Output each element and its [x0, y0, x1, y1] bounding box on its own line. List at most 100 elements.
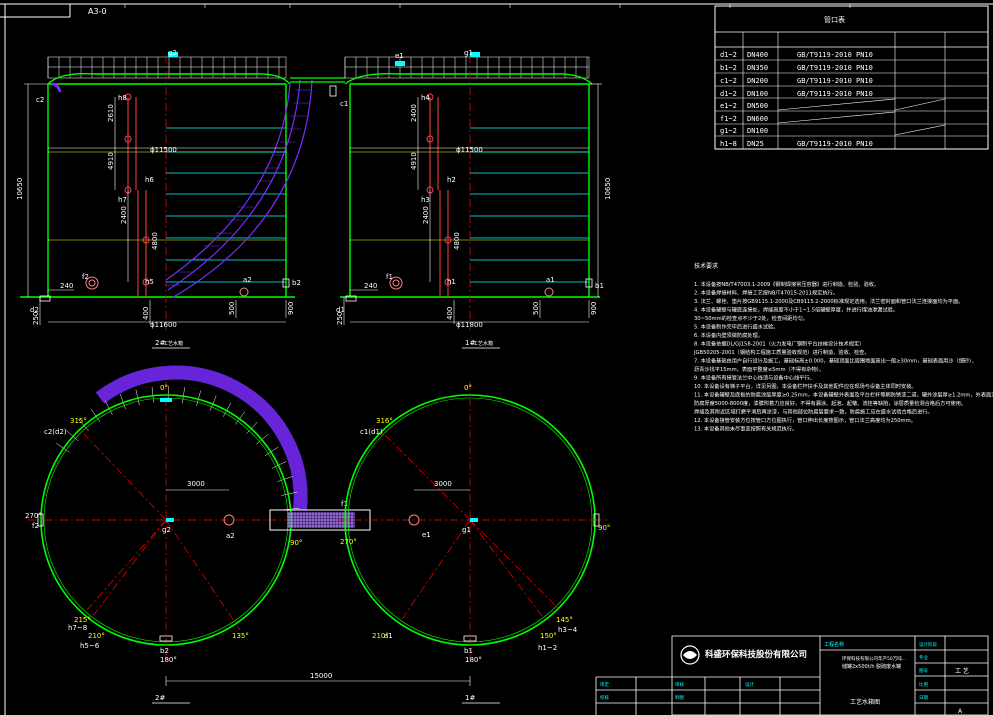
elev2-g-label: g2: [168, 49, 177, 57]
note-line: 13. 本设备其他未尽事宜按照有关规范执行。: [694, 425, 797, 433]
plan1-0: 0°: [464, 384, 472, 392]
title-block-right-label: 专业: [919, 654, 928, 661]
plan2-270: 270°: [25, 512, 42, 520]
note-line: 4. 本设备罐壁与罐底连接处，焊缝高度不小于1~1.5倍罐壁厚度，并进行煤油渗漏…: [694, 306, 898, 314]
nozzle-row-std: GB/T9119-2010 PN10: [797, 140, 873, 148]
elev2-height: 10650: [16, 178, 24, 200]
note-line: 8. 本设备依据DL/GJ158-2001（火力发电厂钢制平台扶梯设计技术规定）: [694, 340, 864, 348]
elev1-400: 400: [446, 307, 454, 320]
elev1-base: 250: [336, 312, 344, 325]
drawing-title: 环保科技有限公司年产50万吨...: [842, 655, 906, 662]
plan2-h7-label: h7~8: [68, 624, 87, 632]
plan1-270: 270°: [340, 538, 357, 546]
elev2-b-label: b2: [292, 279, 301, 287]
drawing-subtitle: 储罐2x500t/h 脱硫废水罐: [842, 663, 901, 670]
elev1-g-label: g1: [464, 49, 473, 57]
elev1-h2400b: 2400: [422, 206, 430, 224]
note-line: 12. 本设备接管安装方位按管口方位图执行，管口伸出长度按图示，管口法兰高度均为…: [694, 416, 916, 424]
nozzle-row-dn: DN25: [747, 140, 764, 148]
elev1-500: 500: [532, 302, 540, 315]
elev2-c-label: c2: [36, 96, 44, 104]
plan1-offset: 3000: [434, 480, 452, 488]
elev2-h5-label: h5: [145, 278, 154, 286]
nozzle-row-tag: e1~2: [720, 102, 737, 110]
elev1-a-label: a1: [546, 276, 555, 284]
plan1-caption: 1#: [465, 694, 475, 702]
plan1-316: 316°: [376, 417, 393, 425]
elev1-height: 10650: [604, 178, 612, 200]
elev2-h6-label: h6: [145, 176, 154, 184]
title-block-right-label: 日期: [919, 695, 928, 701]
plan2-a-label: a2: [226, 532, 235, 540]
plan2-135: 135°: [232, 632, 249, 640]
note-line: 11. 本设备罐壁及底板的防腐涂层厚度≥0.25mm，本设备罐壁外表面及平台栏杆…: [694, 391, 993, 399]
company-name: 科盛环保科技股份有限公司: [705, 649, 807, 660]
plan2-315: 315°: [70, 417, 87, 425]
elev2-f-label: f2: [82, 273, 89, 281]
nozzle-row-dn: DN100: [747, 127, 768, 135]
note-line: 6. 本设备内壁须做防腐处理。: [694, 331, 763, 339]
elevation-1: e1 g1 c1 h4 h2 h3 h1 f1 a1 b1 d1 ϕ11500 …: [336, 49, 612, 349]
nozzle-row-tag: f1~2: [720, 115, 737, 123]
elev2-h4910: 4910: [107, 152, 115, 170]
nozzle-row-tag: h1~8: [720, 140, 737, 148]
plan2-180: 180°: [160, 656, 177, 664]
elev2-h7-label: h7: [118, 196, 127, 204]
plan-1: 0° 316° 270° 90° 210° 180° 150° 145° c1(…: [338, 382, 610, 704]
nozzle-row-dn: DN600: [747, 115, 768, 123]
plan1-90: 90°: [598, 524, 610, 532]
plan1-150: 150°: [540, 632, 557, 640]
elev1-h2-label: h2: [447, 176, 456, 184]
elev2-h8-label: h8: [118, 94, 127, 102]
nozzle-row-dn: DN500: [747, 102, 768, 110]
nozzle-row-tag: g1~2: [720, 127, 737, 135]
elev2-900: 900: [287, 302, 295, 315]
elev2-h2610: 2610: [107, 104, 115, 122]
title-block-row-label: 审定: [600, 681, 609, 688]
plan-spacing-dim: 15000: [310, 672, 332, 680]
plan1-h1-label: h1~2: [538, 644, 557, 652]
elev2-h4800: 4800: [151, 232, 159, 250]
nozzle-row-dn: DN350: [747, 64, 768, 72]
svg-text:工艺水箱: 工艺水箱: [473, 340, 493, 347]
notes-heading: 技术要求: [694, 262, 718, 270]
plan2-b-label: b2: [160, 647, 169, 655]
svg-text:工艺水箱: 工艺水箱: [163, 340, 183, 347]
elev2-a-label: a2: [243, 276, 252, 284]
sheet-size-tag: A3-0: [88, 7, 107, 16]
nozzle-row-std: GB/T9119-2010 PN10: [797, 51, 873, 59]
elev2-500: 500: [228, 302, 236, 315]
nozzle-row-tag: d1~2: [720, 90, 737, 98]
elev1-240: 240: [364, 282, 377, 290]
note-line: 3. 法兰、螺栓、垫片按GB9115.1-2000及CB9115.2-2000标…: [694, 297, 963, 305]
plan2-0: 0°: [160, 384, 168, 392]
nozzle-row-dn: DN400: [747, 51, 768, 59]
note-line: 2. 本设备焊接材料、焊接工艺按NB/T47015-2011规定执行。: [694, 289, 838, 297]
elev2-dbottom: ϕ11600: [150, 321, 177, 329]
nozzle-row-tag: c1~2: [720, 77, 737, 85]
note-line: 焊缝及其附近区域打磨平滑后再涂漆，与其他部位防腐层要求一致，防腐施工应在盛水试验…: [694, 408, 933, 416]
title-block-row-label: 校核: [600, 694, 609, 701]
plan2-g-label: g2: [162, 526, 171, 534]
elev1-h4800: 4800: [453, 232, 461, 250]
nozzle-row-tag: d1~2: [720, 51, 737, 59]
project-label: 工程名称: [824, 641, 844, 648]
note-line: 10. 本设备设有梯子平台，详见另图，本设备栏杆扶手及其他配件应在现场与设备主体…: [694, 382, 917, 390]
elev2-240: 240: [60, 282, 73, 290]
plan2-offset: 3000: [187, 480, 205, 488]
plan2-f-label: f2: [32, 522, 39, 530]
company-logo-icon: [680, 645, 700, 665]
plan2-90: 90°: [290, 539, 302, 547]
plan1-180: 180°: [465, 656, 482, 664]
cad-drawing-canvas: A3-0 管口表 d1~2 DN400 GB/T9119-2010 PN10 b1~2…: [0, 3, 993, 715]
sheet-letter: A: [958, 708, 963, 715]
plan1-a-label: a1: [384, 632, 393, 640]
elev1-dbottom: ϕ11800: [456, 321, 483, 329]
note-line: JGB50205-2001（钢结构工程施工质量验收规范）进行制造、验收、检查。: [693, 348, 870, 356]
plan2-c-label: c2(d2): [44, 428, 67, 436]
elev2-h2400: 2400: [120, 206, 128, 224]
plan1-c-label: c1(d1): [360, 428, 383, 436]
title-block-right-label: 设计阶段: [919, 641, 937, 648]
nozzle-row-std: GB/T9119-2010 PN10: [797, 90, 873, 98]
discipline: 工 艺: [955, 667, 969, 675]
